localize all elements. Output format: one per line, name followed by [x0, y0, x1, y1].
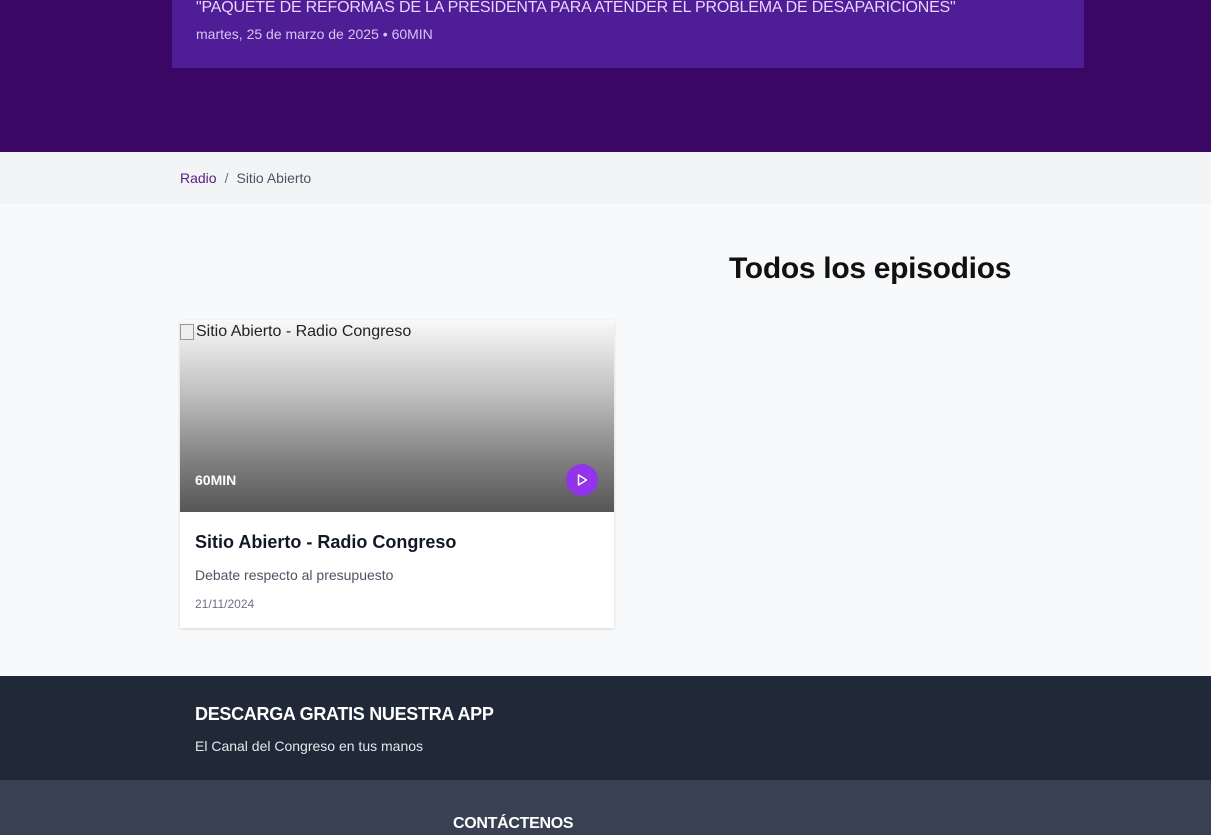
episode-card[interactable]: Sitio Abierto - Radio Congreso 60MIN Sit…	[180, 320, 614, 628]
hero-banner: "PAQUETE DE REFORMAS DE LA PRESIDENTA PA…	[0, 0, 1211, 152]
episode-thumbnail[interactable]: Sitio Abierto - Radio Congreso 60MIN	[180, 320, 614, 512]
play-icon	[577, 474, 588, 486]
episode-date: 21/11/2024	[195, 597, 255, 611]
footer: CONTÁCTENOS	[0, 780, 1211, 835]
play-button[interactable]	[566, 464, 598, 496]
episode-duration: 60MIN	[195, 472, 237, 488]
breadcrumb-separator: /	[224, 170, 229, 186]
featured-episode-title[interactable]: "PAQUETE DE REFORMAS DE LA PRESIDENTA PA…	[196, 0, 956, 17]
breadcrumb-link-radio[interactable]: Radio	[180, 170, 217, 186]
thumbnail-alt-label: Sitio Abierto - Radio Congreso	[196, 323, 412, 340]
episode-description: Debate respecto al presupuesto	[195, 567, 394, 583]
episode-card-body: Sitio Abierto - Radio Congreso Debate re…	[180, 512, 614, 628]
breadcrumb-bar: Radio / Sitio Abierto	[0, 152, 1211, 204]
section-title: Todos los episodios	[729, 252, 1012, 285]
app-download-banner: DESCARGA GRATIS NUESTRA APP El Canal del…	[0, 676, 1211, 780]
episode-title[interactable]: Sitio Abierto - Radio Congreso	[195, 532, 456, 553]
app-download-title: DESCARGA GRATIS NUESTRA APP	[195, 704, 494, 724]
featured-episode-card[interactable]: "PAQUETE DE REFORMAS DE LA PRESIDENTA PA…	[172, 0, 1084, 68]
broken-image-icon	[180, 324, 194, 340]
contact-heading: CONTÁCTENOS	[453, 815, 574, 832]
breadcrumb-current: Sitio Abierto	[236, 170, 312, 186]
breadcrumb: Radio / Sitio Abierto	[180, 170, 311, 186]
thumbnail-alt-text: Sitio Abierto - Radio Congreso	[180, 323, 411, 341]
featured-episode-meta: martes, 25 de marzo de 2025 • 60MIN	[196, 26, 433, 42]
app-download-subtitle: El Canal del Congreso en tus manos	[195, 738, 424, 754]
